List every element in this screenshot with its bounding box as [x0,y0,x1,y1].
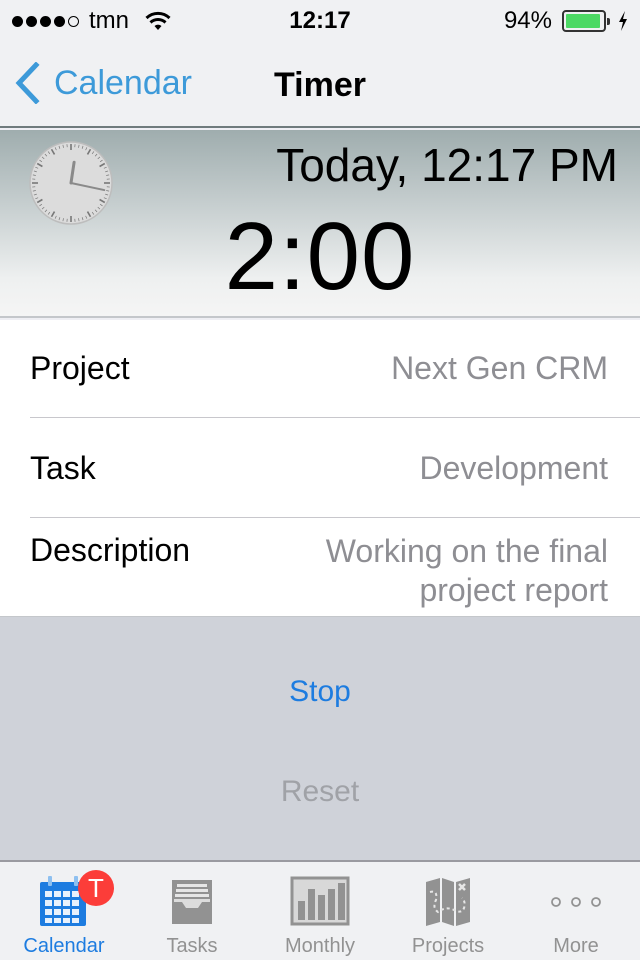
description-label: Description [30,532,191,568]
tab-projects[interactable]: Projects [384,862,512,960]
tab-bar: T Calendar Tasks Monthly Projects More [0,860,640,960]
status-bar: tmn 12:17 94% [0,0,640,40]
signal-dot-empty [68,15,79,27]
battery-fill [566,14,600,28]
project-row[interactable]: Project Next Gen CRM [0,320,640,418]
signal-dot [12,15,23,27]
status-right: 94% [504,7,628,35]
project-value: Next Gen CRM [391,350,608,386]
task-value: Development [419,450,608,486]
tab-label: Calendar [23,935,105,957]
more-dots-icon [551,897,601,907]
elapsed-time: 2:00 [224,203,416,310]
tab-calendar[interactable]: T Calendar [0,862,128,960]
charging-bolt-icon [619,11,627,31]
bar-chart-icon [290,876,350,926]
tab-more[interactable]: More [512,862,640,960]
wifi-icon [145,11,171,30]
calendar-badge: T [78,870,114,906]
tab-label: Tasks [166,935,218,957]
task-row[interactable]: Task Development [0,418,640,518]
timer-details-form: Project Next Gen CRM Task Development De… [0,320,640,616]
status-left: tmn [12,7,171,35]
tab-label: More [553,935,599,957]
carrier-name: tmn [89,7,130,34]
page-title-text: Timer [274,66,366,104]
timer-actions: Stop Reset [0,616,640,862]
navigation-bar: Calendar Timer [0,40,640,128]
inbox-tray-icon [172,880,212,924]
stop-button[interactable]: Stop [0,675,640,709]
treasure-map-icon [426,878,470,926]
signal-dot [26,15,37,27]
reset-button[interactable]: Reset [0,775,640,809]
project-label: Project [30,350,130,386]
signal-dot [40,15,51,27]
description-value: Working on the final project report [325,533,608,608]
tab-label: Monthly [284,935,356,957]
battery-icon [562,10,610,32]
signal-dot [54,15,65,27]
signal-strength-icon [12,15,79,27]
top-bar: tmn 12:17 94% Calendar Timer [0,0,640,128]
timer-start-label: Today, 12:17 PM [276,139,618,191]
tab-label: Projects [411,935,485,957]
description-row[interactable]: Description Working on the final project… [0,518,640,616]
back-button[interactable]: Calendar [14,62,192,104]
tab-tasks[interactable]: Tasks [128,862,256,960]
tab-monthly[interactable]: Monthly [256,862,384,960]
task-label: Task [30,450,96,486]
timer-header: Today, 12:17 PM 2:00 [0,130,640,318]
chevron-left-icon [15,62,40,104]
battery-percent: 94% [503,7,552,34]
back-button-label: Calendar [54,63,192,102]
